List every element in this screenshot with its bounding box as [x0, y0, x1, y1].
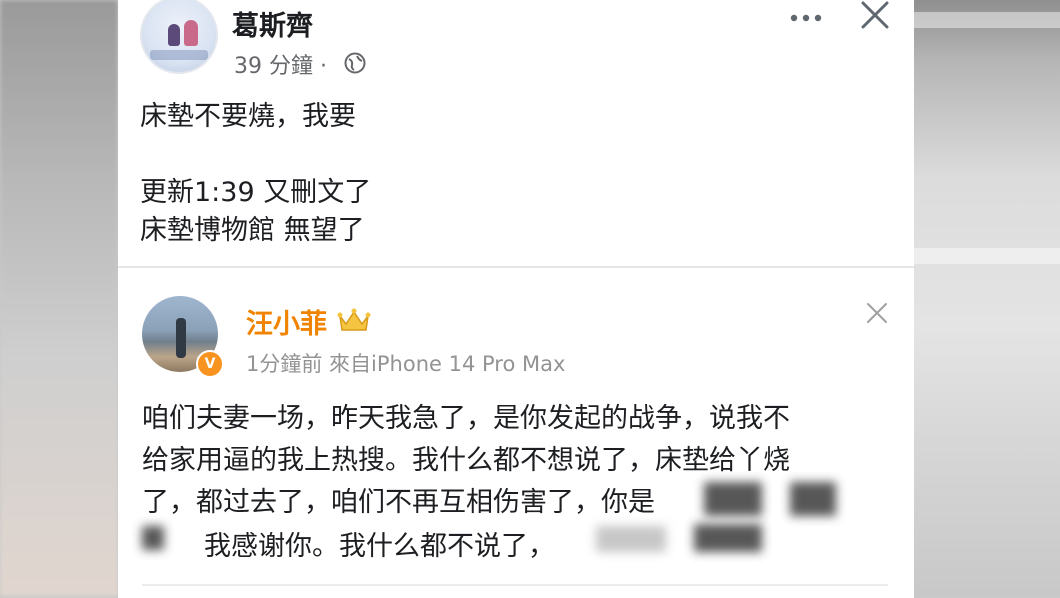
post-author[interactable]: 汪小菲: [246, 302, 327, 341]
divider: [142, 584, 888, 586]
post-text-line: 床墊博物館 無望了: [140, 215, 365, 246]
background-left: [0, 0, 118, 596]
verified-badge: V: [196, 350, 224, 378]
redacted-block: [704, 482, 762, 516]
post-time-source: 1分鐘前 來自iPhone 14 Pro Max: [246, 352, 566, 376]
close-icon[interactable]: [864, 300, 890, 326]
redacted-block: [694, 524, 762, 552]
facebook-post-card: 葛斯齊 39 分鐘 · 床墊不要燒，我要 更新1:39 又刪文了 床墊博物館 無…: [118, 0, 914, 266]
post-text-line: 咱们夫妻一场，昨天我急了，是你发起的战争，说我不: [142, 403, 790, 434]
avatar[interactable]: [140, 0, 218, 74]
post-text-line: 了，都过去了，咱们不再互相伤害了，你是: [142, 487, 655, 518]
redacted-block: [142, 526, 164, 550]
weibo-post-card: V 汪小菲 1分鐘前 來自iPhone 14 Pro Max 咱们夫妻一场，昨天…: [118, 266, 914, 598]
post-text-line: 床墊不要燒，我要: [140, 101, 356, 132]
post-timestamp[interactable]: 39 分鐘 ·: [234, 48, 327, 80]
more-icon[interactable]: [788, 4, 824, 28]
background-right: [914, 0, 1060, 596]
post-text-line: 给家用逼的我上热搜。我什么都不想说了，床垫给丫烧: [142, 445, 790, 476]
close-icon[interactable]: [858, 0, 892, 34]
globe-icon: [344, 52, 366, 74]
redacted-block: [790, 482, 836, 516]
post-text-line: 更新1:39 又刪文了: [140, 177, 372, 208]
post-author[interactable]: 葛斯齊: [232, 4, 313, 43]
post-text-line: 我感谢你。我什么都不说了，: [204, 531, 555, 562]
crown-icon: [337, 308, 371, 331]
redacted-block: [596, 526, 666, 552]
